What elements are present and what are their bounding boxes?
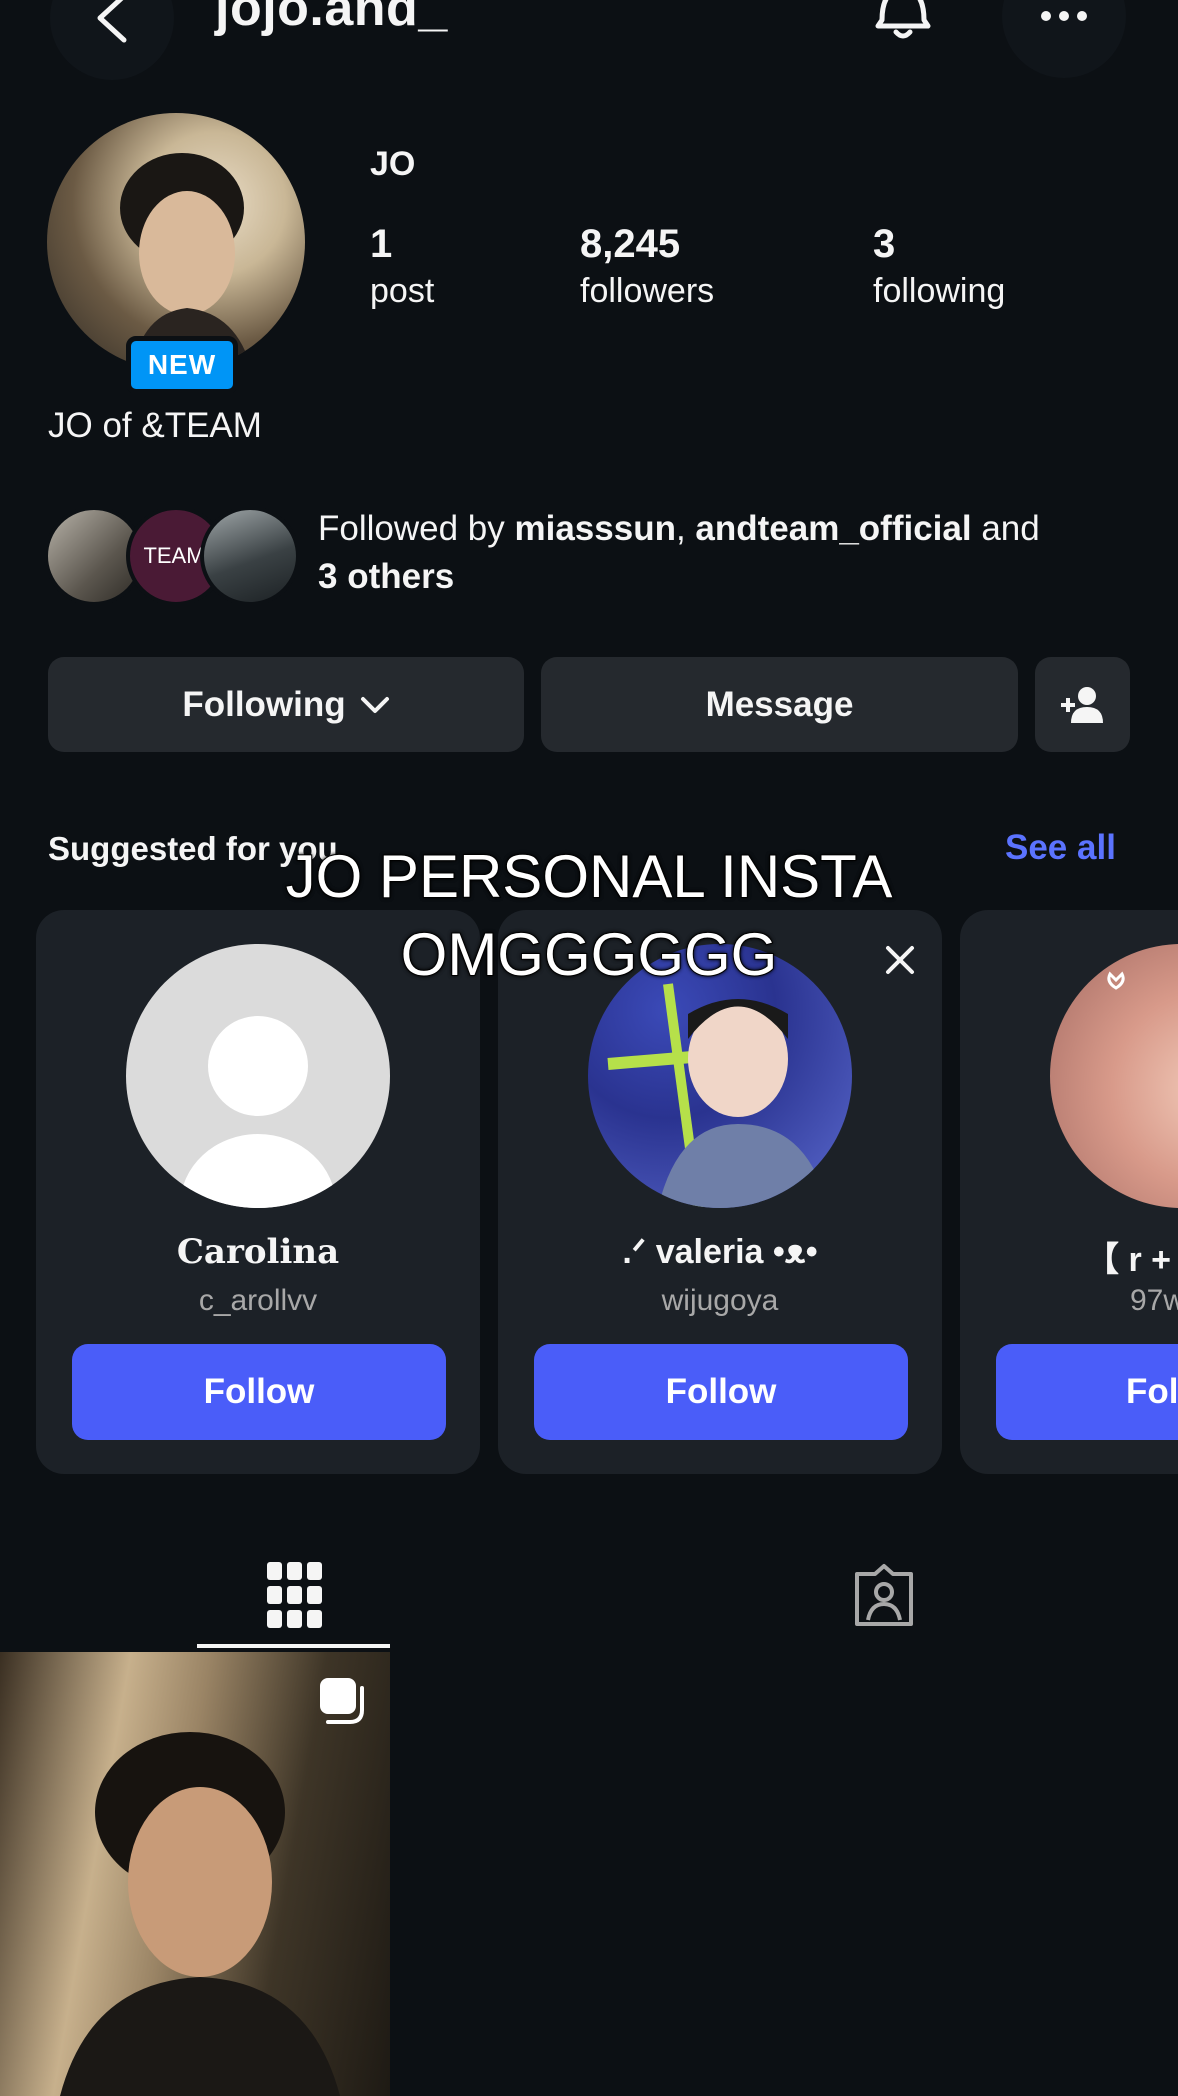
followers-count[interactable]: 8,245 (580, 222, 680, 267)
follow-button[interactable]: Follow (72, 1344, 446, 1440)
back-arrow-icon (97, 0, 127, 43)
tab-tagged[interactable] (589, 1540, 1178, 1650)
mutual-avatar-3 (200, 506, 300, 606)
posts-count[interactable]: 1 (370, 222, 392, 267)
message-button[interactable]: Message (541, 657, 1018, 752)
following-button[interactable]: Following (48, 657, 524, 752)
followed-by-text[interactable]: Followed by miasssun, andteam_official a… (318, 505, 1158, 601)
suggested-card: Carolina c_arollvv Follow (36, 910, 480, 1474)
display-name: JO (370, 145, 416, 183)
follow-button[interactable]: Follow (996, 1344, 1178, 1440)
more-dots-icon (1041, 11, 1087, 21)
follow-button[interactable]: Follow (534, 1344, 908, 1440)
suggested-handle: 97w (1130, 1284, 1178, 1317)
tagged-person-icon (854, 1564, 913, 1626)
suggested-name[interactable]: Carolina (36, 1232, 480, 1272)
posts-label[interactable]: post (370, 272, 434, 311)
suggested-card: .ᐟ valeria •ᴥ• wijugoya Follow (498, 910, 942, 1474)
video-caption-overlay: JO PERSONAL INSTA OMGGGGGG (285, 842, 894, 989)
following-label[interactable]: following (873, 272, 1005, 311)
post-thumbnail[interactable] (0, 1652, 390, 2096)
followers-label[interactable]: followers (580, 272, 714, 311)
back-button[interactable] (50, 0, 174, 80)
multiple-photos-icon (320, 1678, 364, 1724)
grid-icon (266, 1562, 322, 1628)
add-person-icon (1060, 686, 1103, 723)
profile-avatar[interactable] (47, 113, 305, 371)
new-badge: NEW (126, 336, 238, 394)
suggested-handle: c_arollvv (198, 1284, 318, 1317)
active-tab-indicator (197, 1644, 390, 1648)
chevron-down-icon (360, 696, 389, 713)
suggested-name[interactable]: 【 r + ε (1085, 1232, 1178, 1281)
notifications-bell-icon[interactable] (868, 0, 938, 50)
tab-posts-grid[interactable] (0, 1540, 589, 1650)
suggested-handle: wijugoya (661, 1284, 779, 1317)
suggested-card: 【 r + ε 97w Follow (960, 910, 1178, 1474)
profile-username: jojo.and_ (215, 0, 448, 37)
suggested-name[interactable]: .ᐟ valeria •ᴥ• (498, 1232, 942, 1272)
mutual-avatar-label: TEAM (143, 543, 205, 568)
suggest-users-button[interactable] (1035, 657, 1130, 752)
more-options-button[interactable] (1002, 0, 1126, 78)
following-count[interactable]: 3 (873, 222, 895, 267)
bio-text: JO of &TEAM (48, 406, 262, 445)
